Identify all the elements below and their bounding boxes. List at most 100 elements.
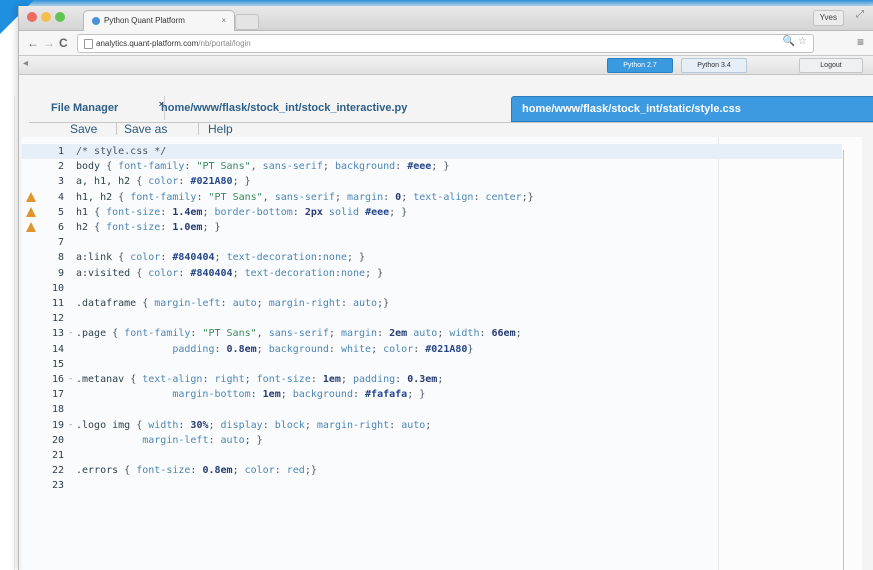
url-text: analytics.quant-platform.com/nb/portal/l… bbox=[96, 35, 251, 52]
app-toolbar: ◂ Python 2.7 Python 3.4 Logout bbox=[19, 56, 873, 75]
line-number: 14 bbox=[51, 343, 64, 355]
code-line[interactable]: 9 a:visited { color: #840404; text-decora… bbox=[22, 266, 842, 281]
line-number: 3 bbox=[57, 176, 64, 188]
line-number: 10 bbox=[51, 282, 64, 294]
python34-button[interactable]: Python 3.4 bbox=[681, 58, 747, 73]
line-number: 6 bbox=[57, 222, 64, 233]
new-tab-button[interactable] bbox=[235, 14, 259, 30]
left-divider bbox=[14, 96, 15, 570]
code-line[interactable]: 12 bbox=[22, 311, 842, 326]
line-number: 15 bbox=[51, 358, 64, 370]
line-number: 1 bbox=[57, 146, 64, 157]
code-line[interactable]: 8 a:link { color: #840404; text-decoratio… bbox=[22, 250, 842, 265]
code-text: .page { font-family: "PT Sans", sans-ser… bbox=[76, 328, 522, 340]
page-icon bbox=[84, 39, 93, 49]
tab-file-manager[interactable]: File Manager × bbox=[41, 96, 165, 120]
minimize-window-button[interactable] bbox=[41, 12, 51, 22]
tab-style-css[interactable]: home/www/flask/stock_int/static/style.cs… bbox=[511, 96, 873, 122]
fold-icon[interactable]: - bbox=[68, 372, 73, 387]
address-bar-row: ← → C analytics.quant-platform.com/nb/po… bbox=[19, 31, 873, 56]
tab-label: File Manager bbox=[51, 102, 119, 114]
toolbar-arrow-icon[interactable]: ◂ bbox=[23, 58, 28, 69]
editor-scrollbar[interactable] bbox=[843, 150, 844, 570]
code-text: h2 { font-size: 1.0em; } bbox=[76, 222, 221, 233]
line-number: 12 bbox=[51, 313, 64, 325]
code-text: margin-bottom: 1em; background: #fafafa;… bbox=[172, 389, 426, 401]
code-line[interactable]: 20 margin-left: auto; } bbox=[22, 433, 842, 448]
code-text: .logo img { width: 30%; display: block; … bbox=[76, 419, 432, 431]
code-line[interactable]: 2 body { font-family: "PT Sans", sans-ser… bbox=[22, 159, 842, 174]
code-line[interactable]: 13- .page { font-family: "PT Sans", sans-… bbox=[22, 326, 842, 341]
browser-menu-icon[interactable]: ≡ bbox=[857, 35, 864, 49]
code-text: .dataframe { margin-left: auto; margin-r… bbox=[76, 298, 390, 309]
tab-close-icon[interactable]: × bbox=[221, 11, 226, 31]
code-text: h1 { font-size: 1.4em; border-bottom: 2p… bbox=[76, 206, 408, 218]
save-button[interactable]: Save bbox=[70, 120, 97, 138]
code-line[interactable]: 11 .dataframe { margin-left: auto; margin… bbox=[22, 296, 842, 311]
fullscreen-icon[interactable]: ⤢ bbox=[856, 9, 864, 20]
line-number: 2 bbox=[57, 161, 64, 173]
line-number: 22 bbox=[51, 465, 64, 477]
code-text: body { font-family: "PT Sans", sans-seri… bbox=[76, 161, 450, 173]
favicon-icon bbox=[92, 17, 100, 25]
back-button[interactable]: ← bbox=[27, 35, 39, 51]
python27-button[interactable]: Python 2.7 bbox=[607, 58, 673, 73]
code-text: a:visited { color: #840404; text-decorat… bbox=[76, 267, 384, 279]
code-line[interactable]: 16- .metanav { text-align: right; font-si… bbox=[22, 372, 842, 387]
code-line[interactable]: 6 h2 { font-size: 1.0em; } bbox=[22, 220, 842, 235]
tab-stock-interactive-py[interactable]: home/www/flask/stock_int/stock_interacti… bbox=[151, 96, 524, 120]
line-number: 9 bbox=[57, 267, 64, 279]
browser-tab-title: Python Quant Platform bbox=[104, 16, 185, 25]
line-number: 20 bbox=[51, 434, 64, 446]
code-text: a, h1, h2 { color: #021A80; } bbox=[76, 176, 251, 188]
line-number: 18 bbox=[51, 404, 64, 416]
forward-button[interactable]: → bbox=[43, 35, 55, 51]
logout-button[interactable]: Logout bbox=[799, 58, 863, 73]
line-number: 19 bbox=[51, 419, 64, 431]
code-line[interactable]: 18 bbox=[22, 402, 842, 417]
code-text: /* style.css */ bbox=[76, 146, 167, 157]
browser-titlebar: Python Quant Platform × Yves ⤢ bbox=[19, 6, 873, 31]
code-line[interactable]: 3 a, h1, h2 { color: #021A80; } bbox=[22, 174, 842, 189]
reload-button[interactable]: C bbox=[59, 35, 68, 51]
line-number: 17 bbox=[51, 389, 64, 401]
code-line[interactable]: 14 padding: 0.8em; background: white; co… bbox=[22, 342, 842, 357]
code-text: a:link { color: #840404; text-decoration… bbox=[76, 252, 366, 264]
browser-tab[interactable]: Python Quant Platform × bbox=[83, 10, 235, 31]
close-window-button[interactable] bbox=[27, 12, 37, 22]
menu-divider bbox=[198, 123, 199, 135]
url-host: analytics.quant-platform.com bbox=[96, 39, 199, 48]
url-input[interactable]: analytics.quant-platform.com/nb/portal/l… bbox=[77, 34, 814, 53]
code-line[interactable]: 7 bbox=[22, 235, 842, 250]
line-number: 11 bbox=[51, 298, 64, 309]
line-number: 16 bbox=[51, 374, 64, 385]
code-line[interactable]: 19- .logo img { width: 30%; display: bloc… bbox=[22, 418, 842, 433]
line-number: 7 bbox=[57, 237, 64, 249]
code-line[interactable]: 17 margin-bottom: 1em; background: #fafa… bbox=[22, 387, 842, 402]
code-line[interactable]: 5 h1 { font-size: 1.4em; border-bottom: 2… bbox=[22, 205, 842, 220]
save-as-button[interactable]: Save as bbox=[124, 120, 167, 138]
editor-tab-bar: File Manager × home/www/flask/stock_int/… bbox=[29, 92, 873, 123]
code-line[interactable]: 15 bbox=[22, 357, 842, 372]
profile-button[interactable]: Yves bbox=[812, 10, 844, 26]
code-line[interactable]: 4 h1, h2 { font-family: "PT Sans", sans-s… bbox=[22, 190, 842, 205]
search-star-icon[interactable]: 🔍 ☆ bbox=[783, 36, 807, 47]
code-line[interactable]: 21 bbox=[22, 448, 842, 463]
line-number: 8 bbox=[57, 252, 64, 264]
line-number: 23 bbox=[51, 480, 64, 492]
maximize-window-button[interactable] bbox=[55, 12, 65, 22]
code-line[interactable]: 1 /* style.css */ bbox=[22, 144, 842, 159]
code-text: h1, h2 { font-family: "PT Sans", sans-se… bbox=[76, 191, 534, 203]
code-text: padding: 0.8em; background: white; color… bbox=[172, 343, 474, 355]
code-line[interactable]: 23 bbox=[22, 478, 842, 493]
code-text: .metanav { text-align: right; font-size:… bbox=[76, 374, 444, 385]
line-number: 21 bbox=[51, 450, 64, 461]
fold-icon[interactable]: - bbox=[68, 418, 73, 433]
line-number: 13 bbox=[51, 328, 64, 340]
tab-label: home/www/flask/stock_int/stock_interacti… bbox=[161, 102, 408, 114]
help-button[interactable]: Help bbox=[208, 120, 233, 138]
line-number: 4 bbox=[57, 191, 64, 203]
fold-icon[interactable]: - bbox=[68, 326, 73, 341]
code-line[interactable]: 22 .errors { font-size: 0.8em; color: red… bbox=[22, 463, 842, 478]
code-line[interactable]: 10 bbox=[22, 281, 842, 296]
